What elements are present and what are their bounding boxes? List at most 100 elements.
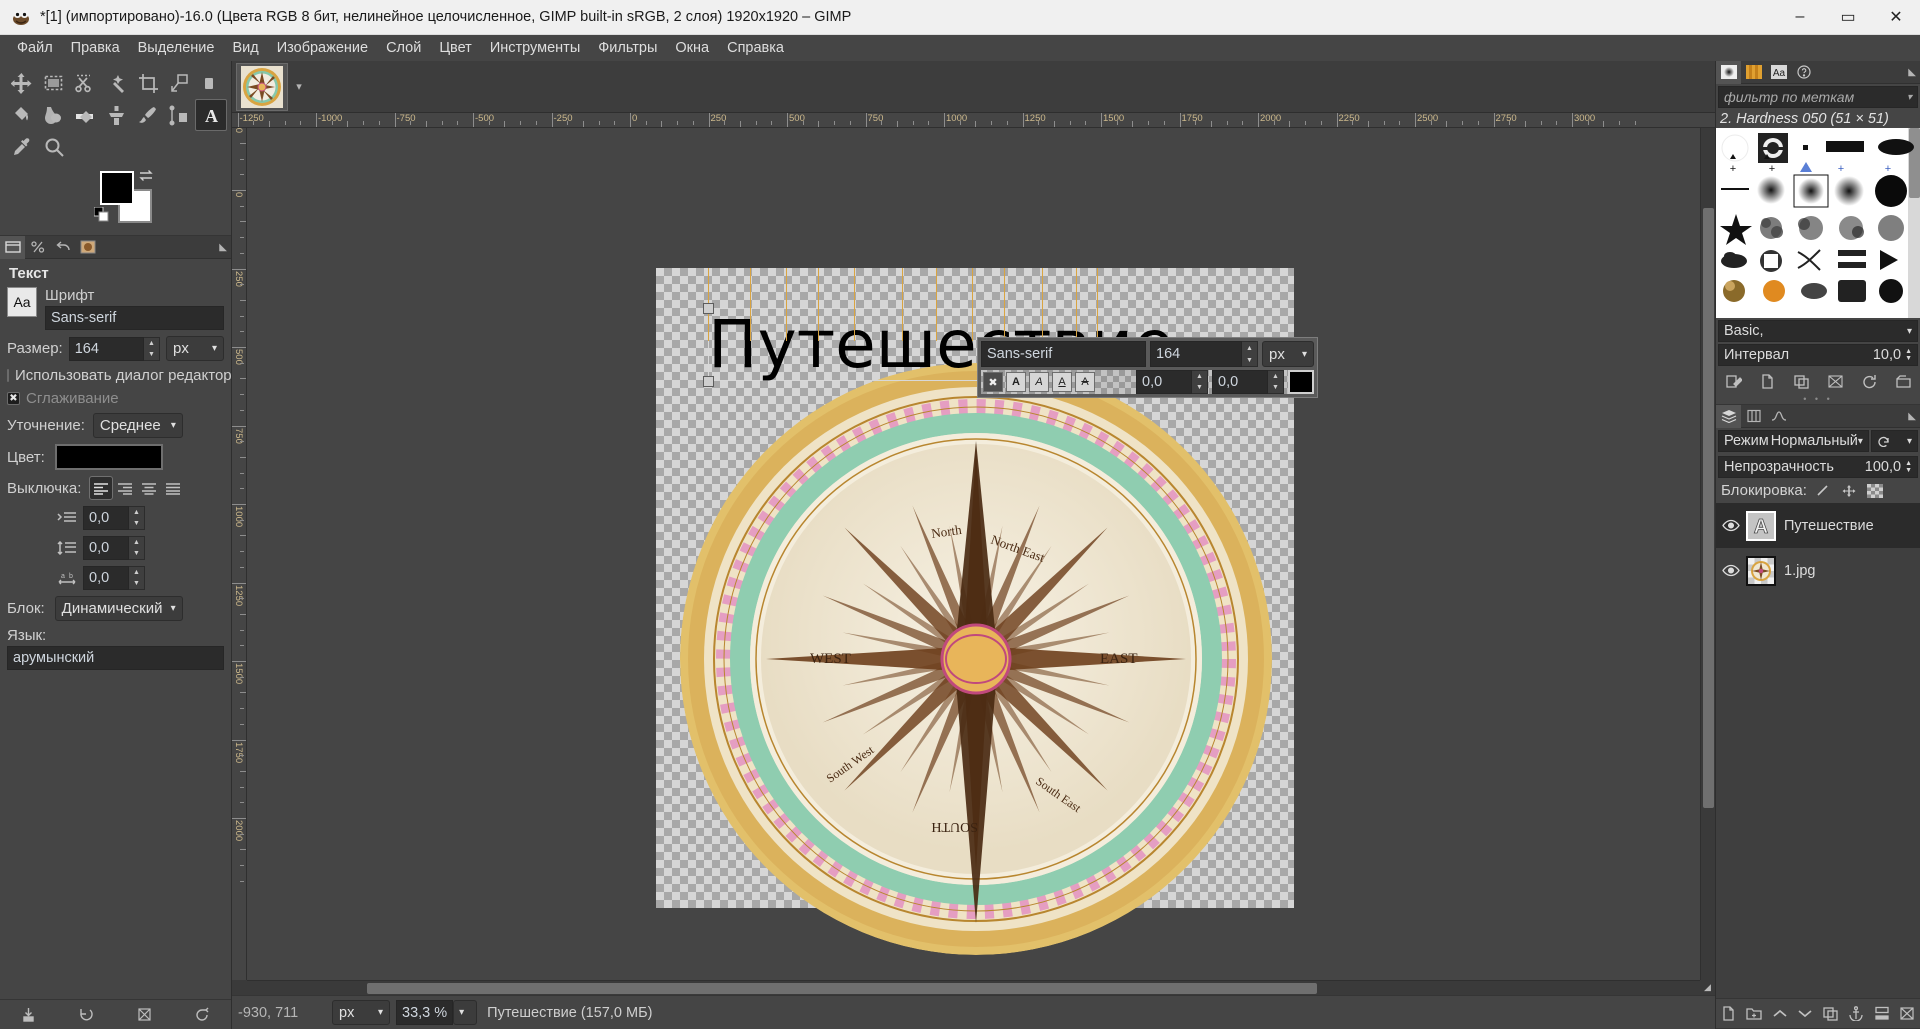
- new-brush-icon[interactable]: [1759, 373, 1776, 389]
- brush-spacing-slider[interactable]: Интервал 10,0 ▲ ▼: [1718, 344, 1918, 366]
- tool-options-tab[interactable]: [0, 235, 25, 259]
- line-spacing-stepper[interactable]: ▲ ▼: [129, 536, 145, 560]
- scissors-select-tool[interactable]: [69, 67, 101, 99]
- new-layer-icon[interactable]: [1721, 1006, 1737, 1021]
- smudge-tool[interactable]: [38, 99, 70, 131]
- octb-kerning-input[interactable]: 0,0: [1212, 370, 1268, 394]
- zoom-input[interactable]: 33,3 %: [396, 1000, 454, 1025]
- horizontal-scrollbar-thumb[interactable]: [367, 983, 1317, 994]
- new-layer-group-icon[interactable]: [1746, 1006, 1762, 1021]
- image-thumbnail-tab[interactable]: [236, 62, 288, 111]
- layer-name-image[interactable]: 1.jpg: [1784, 563, 1815, 579]
- menu-filters[interactable]: Фильтры: [589, 37, 666, 59]
- navigate-image-button[interactable]: ◢: [1700, 980, 1715, 995]
- layer-visibility-icon[interactable]: [1720, 519, 1742, 532]
- menu-windows[interactable]: Окна: [666, 37, 718, 59]
- lock-position-icon[interactable]: [1841, 484, 1857, 498]
- dock-menu-arrow-icon[interactable]: ◣: [1908, 411, 1916, 422]
- layer-opacity-slider[interactable]: Непрозрачность 100,0 ▲ ▼: [1718, 456, 1918, 478]
- letter-spacing-stepper[interactable]: ▲ ▼: [129, 566, 145, 590]
- path-tool[interactable]: [164, 99, 196, 131]
- size-unit-select[interactable]: px ▾: [166, 336, 224, 361]
- justify-center-button[interactable]: [137, 476, 161, 500]
- horizontal-ruler[interactable]: -1250 -1000 -750 -500 -250 0 250 500 750 1000 1250…: [232, 113, 1715, 128]
- undo-history-tab[interactable]: [50, 236, 75, 259]
- delete-layer-icon[interactable]: [1899, 1006, 1915, 1021]
- reset-tool-options-icon[interactable]: [194, 1007, 211, 1022]
- line-spacing-input[interactable]: 0,0: [83, 536, 129, 560]
- brush-list[interactable]: + + + +: [1716, 128, 1920, 318]
- tag-filter-input[interactable]: фильтр по меткам ▾: [1718, 86, 1918, 108]
- layer-visibility-icon[interactable]: [1720, 564, 1742, 577]
- statusbar-unit-select[interactable]: px ▾: [332, 1000, 390, 1025]
- move-tool[interactable]: [6, 67, 38, 99]
- clear-style-icon[interactable]: ✖: [983, 372, 1003, 392]
- dock-menu-arrow-icon[interactable]: ◣: [1908, 67, 1916, 78]
- menu-layer[interactable]: Слой: [377, 37, 430, 59]
- bucket-fill-tool[interactable]: [6, 99, 38, 131]
- vertical-scrollbar-thumb[interactable]: [1703, 208, 1714, 808]
- tab-menu-arrow-icon[interactable]: ▾: [292, 80, 306, 93]
- restore-tool-preset-icon[interactable]: [78, 1007, 95, 1022]
- font-input[interactable]: Sans-serif: [45, 306, 224, 330]
- font-preview-button[interactable]: Aa: [7, 287, 37, 317]
- fonts-tab[interactable]: Aa: [1766, 61, 1791, 84]
- octb-baseline-stepper[interactable]: ▲ ▼: [1192, 370, 1208, 394]
- layer-mode-select[interactable]: Режим Нормальный ▾: [1718, 430, 1869, 452]
- brushes-tab[interactable]: [1716, 60, 1741, 84]
- anchor-layer-icon[interactable]: [1848, 1006, 1864, 1021]
- dock-menu-arrow-icon[interactable]: ◣: [219, 242, 227, 253]
- text-color-button[interactable]: [54, 444, 163, 470]
- zoom-select[interactable]: ▾: [453, 1000, 478, 1025]
- delete-brush-icon[interactable]: [1827, 374, 1844, 389]
- delete-tool-preset-icon[interactable]: [136, 1007, 153, 1022]
- justify-right-button[interactable]: [113, 476, 137, 500]
- menu-select[interactable]: Выделение: [129, 37, 224, 59]
- underline-icon[interactable]: A: [1052, 372, 1072, 392]
- octb-unit-select[interactable]: px ▾: [1262, 341, 1314, 367]
- layers-tab[interactable]: [1716, 404, 1741, 428]
- default-colors-icon[interactable]: [94, 207, 109, 222]
- on-canvas-text-toolbar[interactable]: Sans-serif 164 ▲ ▼ px ▾ ✖ A A A A 0,0 ▲ …: [977, 337, 1318, 398]
- color-picker-tool[interactable]: [6, 131, 38, 163]
- close-button[interactable]: ✕: [1872, 0, 1920, 35]
- vertical-ruler[interactable]: -250025050075010001250150017502000: [232, 128, 247, 980]
- menu-file[interactable]: Файл: [8, 37, 62, 59]
- menu-tools[interactable]: Инструменты: [481, 37, 589, 59]
- menu-view[interactable]: Вид: [223, 37, 267, 59]
- horizontal-scrollbar[interactable]: [247, 980, 1700, 995]
- indent-stepper[interactable]: ▲ ▼: [129, 506, 145, 530]
- maximize-button[interactable]: ▭: [1824, 0, 1872, 35]
- image-thumb-tab[interactable]: [75, 236, 100, 259]
- fuzzy-select-tool[interactable]: [101, 67, 133, 99]
- octb-font-input[interactable]: Sans-serif: [981, 341, 1146, 367]
- layer-row-image[interactable]: 1.jpg: [1716, 548, 1920, 593]
- brush-spacing-stepper[interactable]: ▲ ▼: [1905, 348, 1912, 362]
- clone-tool[interactable]: [101, 99, 133, 131]
- minimize-button[interactable]: –: [1776, 0, 1824, 35]
- lock-pixels-icon[interactable]: [1815, 484, 1831, 498]
- text-handle-bottom-left[interactable]: [703, 376, 714, 387]
- vertical-scrollbar[interactable]: [1700, 128, 1715, 980]
- bold-icon[interactable]: A: [1006, 372, 1026, 392]
- justify-fill-button[interactable]: [161, 476, 185, 500]
- layer-list[interactable]: A Путешествие 1.jpg: [1716, 503, 1920, 998]
- opacity-stepper[interactable]: ▲ ▼: [1905, 460, 1912, 474]
- raise-layer-icon[interactable]: [1772, 1006, 1788, 1021]
- lock-alpha-icon[interactable]: [1866, 483, 1883, 498]
- crop-tool[interactable]: [132, 67, 164, 99]
- swap-colors-icon[interactable]: [138, 169, 154, 183]
- use-editor-dialog-checkbox[interactable]: Использовать диалог редактора: [7, 367, 231, 384]
- rectangle-select-tool[interactable]: [38, 67, 70, 99]
- italic-icon[interactable]: A: [1029, 372, 1049, 392]
- size-input[interactable]: 164: [68, 336, 144, 361]
- device-status-tab[interactable]: [25, 236, 50, 259]
- merge-down-icon[interactable]: [1874, 1006, 1890, 1021]
- menu-help[interactable]: Справка: [718, 37, 793, 59]
- octb-color-button[interactable]: [1288, 370, 1314, 394]
- duplicate-layer-icon[interactable]: [1823, 1006, 1839, 1021]
- help-tab[interactable]: [1791, 61, 1816, 84]
- patterns-tab[interactable]: [1741, 61, 1766, 84]
- refresh-brushes-icon[interactable]: [1861, 374, 1878, 389]
- text-tool[interactable]: A: [195, 99, 227, 131]
